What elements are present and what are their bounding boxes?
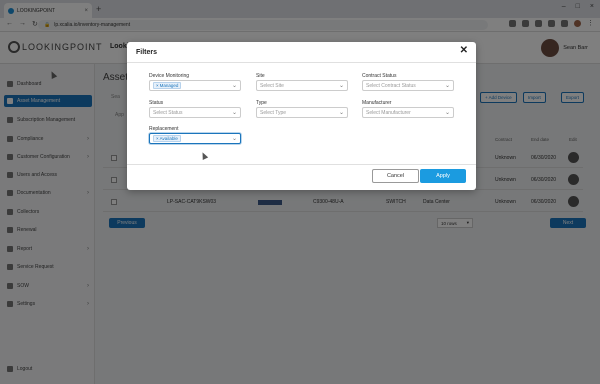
select-placeholder: Select Site bbox=[260, 82, 284, 89]
chevron-down-icon: ⌄ bbox=[231, 109, 237, 116]
field-label: Type bbox=[256, 100, 267, 106]
chevron-down-icon: ⌄ bbox=[231, 135, 237, 142]
cancel-button[interactable]: Cancel bbox=[372, 169, 419, 183]
filters-modal: Filters ✕ Device Monitoring × Managed ⌄ … bbox=[127, 42, 476, 190]
modal-footer: Cancel Apply bbox=[127, 164, 476, 190]
chevron-down-icon: ⌄ bbox=[338, 82, 344, 89]
select-placeholder: Select Manufacturer bbox=[366, 109, 411, 116]
type-select[interactable]: Select Type ⌄ bbox=[256, 107, 348, 118]
manufacturer-filter: Manufacturer Select Manufacturer ⌄ bbox=[362, 100, 454, 118]
chevron-down-icon: ⌄ bbox=[444, 82, 450, 89]
site-filter: Site Select Site ⌄ bbox=[256, 73, 348, 91]
replacement-filter: Replacement × Available ⌄ bbox=[149, 126, 241, 144]
modal-header: Filters ✕ bbox=[127, 42, 476, 63]
chip-label: Available bbox=[159, 136, 178, 141]
field-label: Site bbox=[256, 73, 265, 79]
contract-status-filter: Contract Status Select Contract Status ⌄ bbox=[362, 73, 454, 91]
field-label: Contract Status bbox=[362, 73, 397, 79]
site-select[interactable]: Select Site ⌄ bbox=[256, 80, 348, 91]
status-filter: Status Select Status ⌄ bbox=[149, 100, 241, 118]
chevron-down-icon: ⌄ bbox=[231, 82, 237, 89]
apply-button[interactable]: Apply bbox=[420, 169, 466, 183]
chip-label: Managed bbox=[159, 83, 179, 88]
chevron-down-icon: ⌄ bbox=[444, 109, 450, 116]
close-icon[interactable]: ✕ bbox=[460, 46, 468, 56]
chip-remove-icon[interactable]: × bbox=[156, 83, 159, 88]
type-filter: Type Select Type ⌄ bbox=[256, 100, 348, 118]
chevron-down-icon: ⌄ bbox=[338, 109, 344, 116]
select-placeholder: Select Type bbox=[260, 109, 287, 116]
field-label: Manufacturer bbox=[362, 100, 392, 106]
selected-chip: × Managed bbox=[153, 82, 182, 89]
device-monitoring-filter: Device Monitoring × Managed ⌄ bbox=[149, 73, 241, 91]
chip-remove-icon[interactable]: × bbox=[156, 136, 159, 141]
contract-status-select[interactable]: Select Contract Status ⌄ bbox=[362, 80, 454, 91]
status-select[interactable]: Select Status ⌄ bbox=[149, 107, 241, 118]
field-label: Device Monitoring bbox=[149, 73, 190, 79]
device-monitoring-select[interactable]: × Managed ⌄ bbox=[149, 80, 241, 91]
select-placeholder: Select Contract Status bbox=[366, 82, 416, 89]
field-label: Status bbox=[149, 100, 164, 106]
field-label: Replacement bbox=[149, 126, 179, 132]
manufacturer-select[interactable]: Select Manufacturer ⌄ bbox=[362, 107, 454, 118]
modal-title: Filters bbox=[136, 49, 158, 56]
selected-chip: × Available bbox=[153, 135, 181, 142]
select-placeholder: Select Status bbox=[153, 109, 183, 116]
replacement-select[interactable]: × Available ⌄ bbox=[149, 133, 241, 144]
